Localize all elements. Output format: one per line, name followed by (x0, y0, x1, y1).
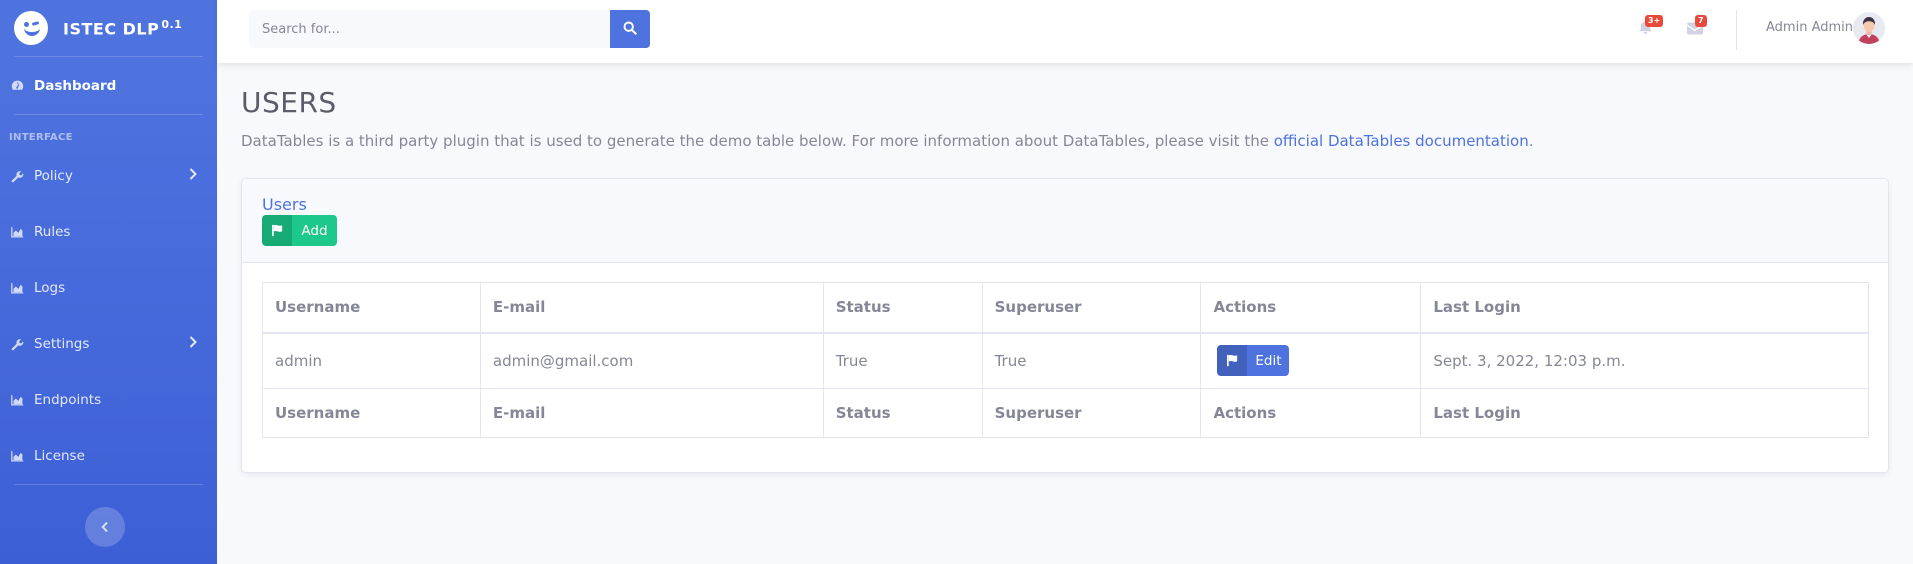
laugh-wink-icon (14, 11, 48, 45)
chart-area-icon (10, 281, 24, 295)
chart-area-icon (10, 449, 24, 463)
sidebar-item-license[interactable]: License (0, 428, 217, 484)
sidebar-item-label: Policy (34, 168, 73, 184)
topbar-divider (1736, 10, 1737, 50)
chart-area-icon (10, 393, 24, 407)
column-footer-superuser: Superuser (981, 388, 1202, 438)
users-card: Users Add Username E-mail Status Superus… (241, 178, 1889, 473)
sidebar-item-rules[interactable]: Rules (0, 204, 217, 260)
user-name[interactable]: Admin Admin (1766, 20, 1853, 35)
cell-email: admin@gmail.com (479, 332, 824, 389)
page-description: DataTables is a third party plugin that … (241, 132, 1534, 150)
brand-name: ISTEC DLP 0.1 (63, 18, 182, 38)
column-header-actions[interactable]: Actions (1200, 282, 1422, 334)
column-footer-username: Username (262, 388, 481, 438)
sidebar-item-dashboard[interactable]: Dashboard (0, 57, 217, 114)
sidebar: ISTEC DLP 0.1 Dashboard INTERFACE Policy … (0, 0, 217, 564)
tachometer-icon (10, 79, 24, 93)
sidebar-item-label: Settings (34, 336, 90, 352)
page-title: USERS (241, 86, 337, 119)
page-description-end: . (1528, 132, 1534, 150)
card-title: Users (262, 195, 307, 214)
brand-version: 0.1 (161, 17, 183, 31)
wrench-icon (10, 337, 24, 351)
column-header-superuser[interactable]: Superuser (981, 282, 1202, 334)
sidebar-item-label: Endpoints (34, 392, 102, 408)
messages-count-badge: 7 (1695, 15, 1707, 27)
sidebar-item-label: Dashboard (34, 77, 117, 94)
cell-actions: Edit (1200, 332, 1422, 389)
column-footer-last-login: Last Login (1420, 388, 1869, 438)
messages-dropdown[interactable]: 7 (1685, 15, 1707, 39)
cell-username: admin (262, 332, 481, 389)
sidebar-item-label: License (34, 448, 85, 464)
brand[interactable]: ISTEC DLP 0.1 (0, 0, 217, 56)
sidebar-item-settings[interactable]: Settings (0, 316, 217, 372)
page-description-text: DataTables is a third party plugin that … (241, 132, 1274, 150)
add-user-button[interactable]: Add (262, 215, 337, 246)
cell-superuser: True (981, 332, 1202, 389)
table-row: admin admin@gmail.com True True Edit Sep… (262, 332, 1869, 389)
flag-icon (262, 215, 292, 246)
avatar[interactable] (1853, 12, 1885, 44)
sidebar-item-logs[interactable]: Logs (0, 260, 217, 316)
sidebar-toggle-button[interactable] (85, 507, 125, 547)
search-form (249, 10, 650, 48)
table-header: Username E-mail Status Superuser Actions… (262, 282, 1869, 334)
table-footer: Username E-mail Status Superuser Actions… (262, 388, 1869, 438)
sidebar-divider (14, 484, 203, 485)
sidebar-item-label: Logs (34, 280, 66, 296)
edit-button-label: Edit (1255, 352, 1282, 369)
cell-last-login: Sept. 3, 2022, 12:03 p.m. (1420, 332, 1869, 389)
column-header-username[interactable]: Username (262, 282, 481, 334)
users-table: Username E-mail Status Superuser Actions… (262, 282, 1869, 438)
search-icon (623, 20, 637, 39)
column-header-status[interactable]: Status (822, 282, 983, 334)
wrench-icon (10, 169, 24, 183)
sidebar-item-policy[interactable]: Policy (0, 148, 217, 204)
sidebar-item-label: Rules (34, 224, 71, 240)
topbar: 3+ 7 Admin Admin (217, 0, 1913, 63)
column-footer-actions: Actions (1200, 388, 1422, 438)
flag-icon (1217, 345, 1248, 377)
search-input[interactable] (249, 10, 610, 48)
column-header-last-login[interactable]: Last Login (1420, 282, 1869, 334)
alerts-count-badge: 3+ (1645, 15, 1664, 27)
chevron-right-icon (189, 336, 197, 352)
column-header-email[interactable]: E-mail (479, 282, 824, 334)
search-button[interactable] (610, 10, 650, 48)
chevron-left-icon (101, 518, 109, 537)
card-header: Users Add (242, 179, 1888, 263)
sidebar-item-endpoints[interactable]: Endpoints (0, 372, 217, 428)
alerts-dropdown[interactable]: 3+ (1635, 15, 1664, 39)
datatables-docs-link[interactable]: official DataTables documentation (1274, 132, 1529, 150)
cell-status: True (822, 332, 983, 389)
column-footer-status: Status (822, 388, 983, 438)
add-button-label: Add (301, 222, 328, 239)
edit-user-button[interactable]: Edit (1217, 345, 1290, 377)
sidebar-heading: INTERFACE (9, 132, 73, 143)
chart-area-icon (10, 225, 24, 239)
chevron-right-icon (189, 168, 197, 184)
column-footer-email: E-mail (479, 388, 824, 438)
brand-name-text: ISTEC DLP (63, 19, 160, 39)
